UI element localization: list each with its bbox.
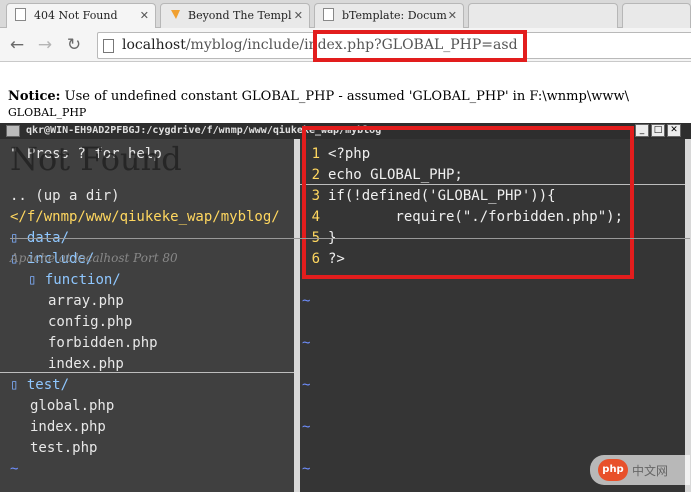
back-icon[interactable]: ← (6, 34, 28, 56)
tab-blurred[interactable] (468, 3, 618, 28)
tree-item-array-php[interactable]: array.php (48, 291, 124, 312)
maximize-button[interactable]: □ (651, 124, 665, 137)
tab-strip: 404 Not Found ✕ Beyond The Templ ✕ bTemp… (0, 0, 691, 29)
tree-item-test[interactable]: ▯ test/ (10, 375, 69, 396)
close-icon[interactable]: ✕ (294, 9, 303, 22)
empty-line-marker: ~ (302, 461, 311, 477)
tree-item-include[interactable]: ▯ include/ (10, 249, 94, 270)
empty-line-marker: ~ (10, 461, 19, 477)
tree-item-config-php[interactable]: config.php (48, 312, 132, 333)
close-button[interactable]: ✕ (667, 124, 681, 137)
watermark-text: 中文网 (632, 464, 669, 478)
bookmark-icon (169, 8, 183, 21)
pane-separator (0, 372, 294, 373)
tab-404-not-found[interactable]: 404 Not Found ✕ (6, 3, 156, 29)
empty-line-marker: ~ (302, 335, 311, 351)
tree-item-data[interactable]: ▯ data/ (10, 228, 69, 249)
tab-label: bTemplate: Docum (342, 9, 447, 22)
php-notice-continued: GLOBAL_PHP (8, 106, 87, 119)
tree-item-test-php[interactable]: test.php (30, 438, 97, 459)
close-icon[interactable]: ✕ (448, 9, 457, 22)
code-annotation-box (302, 126, 634, 279)
terminal-scrollbar[interactable] (685, 139, 691, 492)
empty-line-marker: ~ (302, 377, 311, 393)
tree-item-function[interactable]: ▯ function/ (28, 270, 121, 291)
page-icon (323, 8, 337, 21)
terminal-icon (6, 125, 20, 137)
empty-line-marker: ~ (302, 419, 311, 435)
tab-blurred-2[interactable] (622, 3, 691, 28)
tab-label: 404 Not Found (34, 9, 118, 22)
notice-text: Use of undefined constant GLOBAL_PHP - a… (60, 89, 629, 104)
tab-btemplate-docum[interactable]: bTemplate: Docum ✕ (314, 3, 464, 28)
tree-item-forbidden-php[interactable]: forbidden.php (48, 333, 158, 354)
file-tree-pane: " Press ? for help .. (up a dir) </f/wnm… (0, 139, 294, 492)
php-logo: php (598, 459, 628, 481)
page-icon (103, 39, 114, 53)
tree-item-global-php[interactable]: global.php (30, 396, 114, 417)
notice-label: Notice: (8, 89, 61, 104)
watermark: php 中文网 (590, 455, 690, 485)
empty-line-marker: ~ (302, 293, 311, 309)
current-directory: </f/wnmp/www/qiukeke_wap/myblog/ (10, 209, 280, 225)
minimize-button[interactable]: _ (635, 124, 649, 137)
php-notice: Notice: Use of undefined constant GLOBAL… (8, 89, 629, 104)
help-line: " Press ? for help (10, 146, 162, 162)
reload-icon[interactable]: ↻ (63, 34, 85, 56)
close-icon[interactable]: ✕ (140, 9, 149, 22)
up-dir-item[interactable]: .. (up a dir) (10, 186, 120, 207)
url-annotation-box (313, 30, 527, 62)
tab-beyond-the-template[interactable]: Beyond The Templ ✕ (160, 3, 310, 28)
page-icon (15, 8, 29, 21)
forward-icon[interactable]: → (34, 34, 56, 56)
tree-item-index-php-2[interactable]: index.php (30, 417, 106, 438)
tab-label: Beyond The Templ (188, 9, 292, 22)
